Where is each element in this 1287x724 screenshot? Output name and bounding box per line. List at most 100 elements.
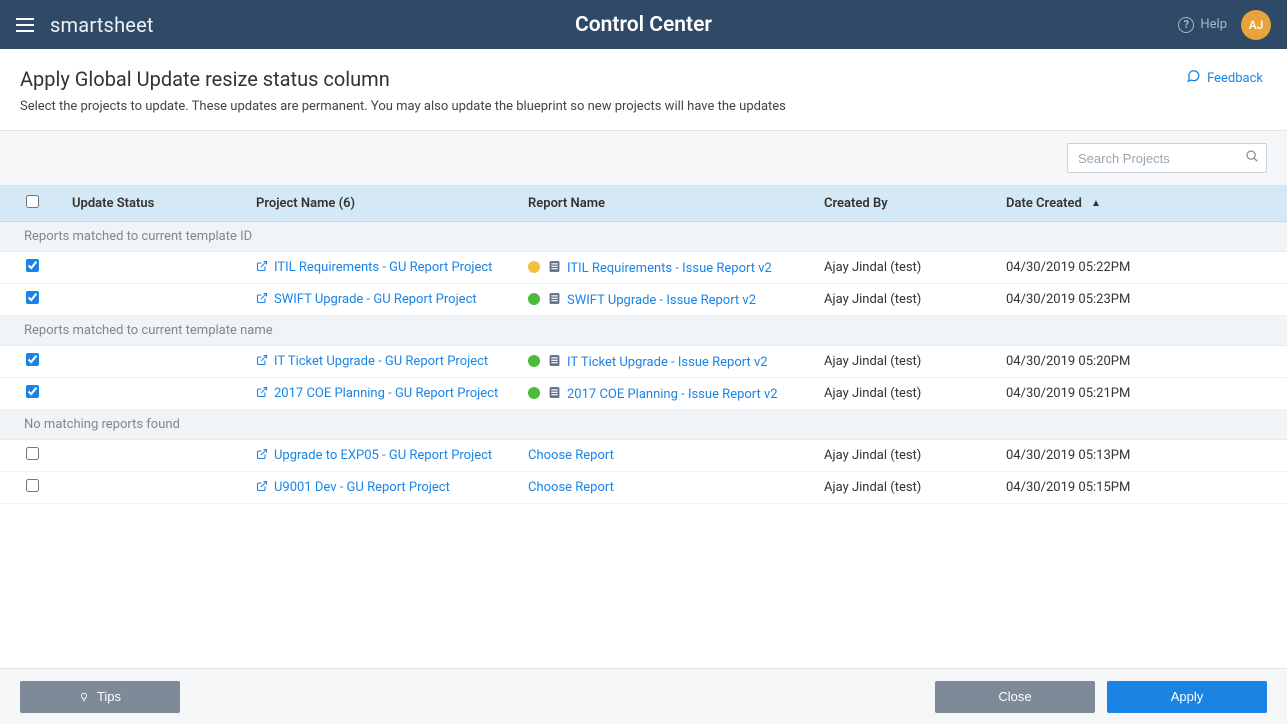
col-report-name[interactable]: Report Name xyxy=(520,186,816,222)
report-icon xyxy=(548,259,561,274)
cell-date-created: 04/30/2019 05:23PM xyxy=(998,284,1287,316)
search-box xyxy=(1067,143,1267,173)
status-dot-icon xyxy=(528,261,540,273)
cell-date-created: 04/30/2019 05:22PM xyxy=(998,252,1287,284)
report-link[interactable]: ITIL Requirements - Issue Report v2 xyxy=(567,261,772,276)
cell-date-created: 04/30/2019 05:21PM xyxy=(998,378,1287,410)
lightbulb-icon xyxy=(79,690,89,704)
search-row xyxy=(0,131,1287,186)
cell-update-status xyxy=(64,378,248,410)
menu-icon[interactable] xyxy=(16,15,36,35)
cell-date-created: 04/30/2019 05:13PM xyxy=(998,440,1287,472)
report-icon xyxy=(548,353,561,368)
status-dot-icon xyxy=(528,355,540,367)
row-checkbox[interactable] xyxy=(26,353,39,366)
close-button[interactable]: Close xyxy=(935,681,1095,713)
project-link[interactable]: IT Ticket Upgrade - GU Report Project xyxy=(274,354,488,369)
cell-update-status xyxy=(64,346,248,378)
brand-logo: smartsheet xyxy=(50,13,154,37)
cell-report-name: Choose Report xyxy=(520,440,816,472)
page-title: Apply Global Update resize status column xyxy=(20,67,1267,91)
status-dot-icon xyxy=(528,293,540,305)
apply-button[interactable]: Apply xyxy=(1107,681,1267,713)
table-row: SWIFT Upgrade - GU Report Project SWIFT U… xyxy=(0,284,1287,316)
select-all-checkbox[interactable] xyxy=(26,195,39,208)
app-title: Control Center xyxy=(575,13,712,37)
cell-report-name: 2017 COE Planning - Issue Report v2 xyxy=(520,378,816,410)
help-label: Help xyxy=(1200,17,1227,32)
cell-project-name: U9001 Dev - GU Report Project xyxy=(248,472,520,504)
footer: Tips Close Apply xyxy=(0,668,1287,724)
table-row: IT Ticket Upgrade - GU Report Project IT … xyxy=(0,346,1287,378)
project-link[interactable]: U9001 Dev - GU Report Project xyxy=(274,480,450,495)
cell-project-name: ITIL Requirements - GU Report Project xyxy=(248,252,520,284)
col-project-name[interactable]: Project Name (6) xyxy=(248,186,520,222)
table-row: U9001 Dev - GU Report Project Choose Repo… xyxy=(0,472,1287,504)
cell-created-by: Ajay Jindal (test) xyxy=(816,284,998,316)
report-icon xyxy=(548,385,561,400)
cell-date-created: 04/30/2019 05:20PM xyxy=(998,346,1287,378)
cell-created-by: Ajay Jindal (test) xyxy=(816,378,998,410)
cell-created-by: Ajay Jindal (test) xyxy=(816,346,998,378)
group-header: No matching reports found xyxy=(0,410,1287,440)
cell-report-name: SWIFT Upgrade - Issue Report v2 xyxy=(520,284,816,316)
project-link[interactable]: 2017 COE Planning - GU Report Project xyxy=(274,386,498,401)
report-icon xyxy=(548,291,561,306)
help-icon: ? xyxy=(1178,17,1194,33)
cell-created-by: Ajay Jindal (test) xyxy=(816,252,998,284)
projects-table: Update Status Project Name (6) Report Na… xyxy=(0,186,1287,668)
group-header: Reports matched to current template name xyxy=(0,316,1287,346)
row-checkbox[interactable] xyxy=(26,447,39,460)
external-link-icon[interactable] xyxy=(256,354,268,366)
cell-project-name: Upgrade to EXP05 - GU Report Project xyxy=(248,440,520,472)
report-link[interactable]: 2017 COE Planning - Issue Report v2 xyxy=(567,387,778,402)
row-checkbox[interactable] xyxy=(26,259,39,272)
group-header: Reports matched to current template ID xyxy=(0,222,1287,252)
cell-report-name: ITIL Requirements - Issue Report v2 xyxy=(520,252,816,284)
feedback-icon xyxy=(1186,69,1201,87)
report-link[interactable]: IT Ticket Upgrade - Issue Report v2 xyxy=(567,355,768,370)
choose-report-link[interactable]: Choose Report xyxy=(528,448,614,463)
sort-caret-up-icon: ▲ xyxy=(1091,198,1101,209)
cell-update-status xyxy=(64,252,248,284)
help-link[interactable]: ? Help xyxy=(1178,17,1227,33)
report-link[interactable]: SWIFT Upgrade - Issue Report v2 xyxy=(567,293,756,308)
external-link-icon[interactable] xyxy=(256,386,268,398)
cell-project-name: SWIFT Upgrade - GU Report Project xyxy=(248,284,520,316)
cell-created-by: Ajay Jindal (test) xyxy=(816,440,998,472)
cell-update-status xyxy=(64,440,248,472)
cell-project-name: 2017 COE Planning - GU Report Project xyxy=(248,378,520,410)
avatar[interactable]: AJ xyxy=(1241,10,1271,40)
choose-report-link[interactable]: Choose Report xyxy=(528,480,614,495)
cell-report-name: IT Ticket Upgrade - Issue Report v2 xyxy=(520,346,816,378)
table-row: ITIL Requirements - GU Report Project ITI… xyxy=(0,252,1287,284)
cell-date-created: 04/30/2019 05:15PM xyxy=(998,472,1287,504)
cell-update-status xyxy=(64,472,248,504)
cell-project-name: IT Ticket Upgrade - GU Report Project xyxy=(248,346,520,378)
project-link[interactable]: ITIL Requirements - GU Report Project xyxy=(274,260,492,275)
cell-report-name: Choose Report xyxy=(520,472,816,504)
external-link-icon[interactable] xyxy=(256,260,268,272)
row-checkbox[interactable] xyxy=(26,385,39,398)
page-header: Apply Global Update resize status column… xyxy=(0,49,1287,131)
project-link[interactable]: Upgrade to EXP05 - GU Report Project xyxy=(274,448,492,463)
page-subtitle: Select the projects to update. These upd… xyxy=(20,99,1267,114)
status-dot-icon xyxy=(528,387,540,399)
feedback-label: Feedback xyxy=(1207,71,1263,86)
col-update-status[interactable]: Update Status xyxy=(64,186,248,222)
cell-created-by: Ajay Jindal (test) xyxy=(816,472,998,504)
external-link-icon[interactable] xyxy=(256,480,268,492)
row-checkbox[interactable] xyxy=(26,479,39,492)
feedback-link[interactable]: Feedback xyxy=(1186,69,1263,87)
col-created-by[interactable]: Created By xyxy=(816,186,998,222)
table-row: Upgrade to EXP05 - GU Report Project Choo… xyxy=(0,440,1287,472)
tips-button[interactable]: Tips xyxy=(20,681,180,713)
external-link-icon[interactable] xyxy=(256,448,268,460)
col-date-created[interactable]: Date Created ▲ xyxy=(998,186,1287,222)
topbar: smartsheet Control Center ? Help AJ xyxy=(0,0,1287,49)
project-link[interactable]: SWIFT Upgrade - GU Report Project xyxy=(274,292,477,307)
external-link-icon[interactable] xyxy=(256,292,268,304)
table-row: 2017 COE Planning - GU Report Project 201… xyxy=(0,378,1287,410)
search-input[interactable] xyxy=(1067,143,1267,173)
row-checkbox[interactable] xyxy=(26,291,39,304)
